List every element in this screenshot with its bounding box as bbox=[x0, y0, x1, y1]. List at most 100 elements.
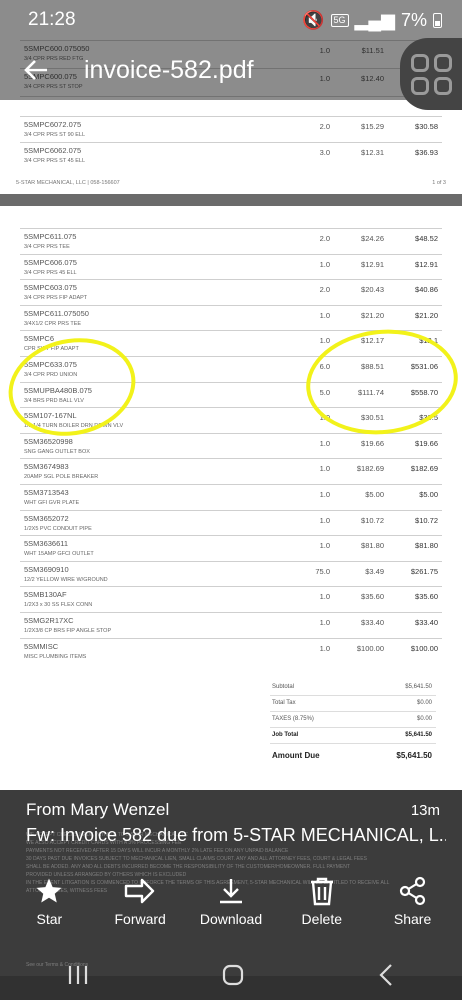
star-label: Star bbox=[36, 911, 63, 927]
item-amount: $261.75 bbox=[410, 566, 438, 576]
fine-print-line: PAYMENTS NOT RECEIVED AFTER 15 DAYS WILL… bbox=[26, 848, 289, 854]
item-unit-price: $21.20 bbox=[361, 310, 384, 320]
item-code: 5SM36520998 bbox=[24, 436, 73, 446]
item-quantity: 1.0 bbox=[319, 515, 330, 525]
item-amount: $10.72 bbox=[415, 515, 438, 525]
item-code: 5SMPC611.075050 bbox=[24, 308, 89, 318]
item-description: 12/2 YELLOW WIRE W/GROUND bbox=[24, 576, 108, 583]
item-amount: $30.58 bbox=[415, 122, 438, 131]
invoice-line-item: 5SM3674983 20AMP SGL POLE BREAKER 1.0 $182.… bbox=[20, 458, 442, 484]
invoice-line-item: 5SMMISC MISC PLUMBING ITEMS 1.0 $100.00 $100… bbox=[20, 637, 442, 664]
item-unit-price: $111.74 bbox=[358, 387, 384, 397]
item-code: 5SMPC6062.075 bbox=[24, 146, 82, 155]
item-amount: $30.5 bbox=[419, 413, 438, 423]
item-unit-price: $24.26 bbox=[361, 234, 384, 243]
item-code: 5SMPC633.075 bbox=[24, 360, 77, 369]
system-nav-bar bbox=[0, 950, 462, 1000]
page-grid-button[interactable] bbox=[400, 38, 462, 110]
network-badge: 5G bbox=[330, 13, 349, 27]
item-description: 3/4 CPR PRS 45 ELL bbox=[24, 269, 77, 276]
item-quantity: 1.0 bbox=[319, 541, 330, 551]
mute-icon: 🔇 bbox=[302, 9, 325, 30]
totals-label: Subtotal bbox=[272, 684, 295, 690]
invoice-line-item: 5SMPC606.075 3/4 CPR PRS 45 ELL 1.0 $12.91 $… bbox=[20, 253, 442, 280]
item-quantity: 1.0 bbox=[319, 413, 330, 423]
totals-label: Amount Due bbox=[272, 751, 320, 760]
item-code: 5SMUPBA480B.075 bbox=[24, 385, 92, 395]
nav-back-button[interactable] bbox=[376, 963, 396, 987]
item-unit-price: $88.51 bbox=[361, 362, 384, 371]
item-quantity: 1.0 bbox=[319, 310, 330, 320]
item-code: 5SM107-167NL bbox=[24, 411, 77, 421]
item-amount: $48.52 bbox=[415, 234, 438, 243]
invoice-line-item: 5SM107-167NL 1/2 1/4 TURN BOILER DRN DOWN… bbox=[20, 407, 442, 433]
invoice-line-item: 5SMUPBA480B.075 3/4 BRS PRD BALL VLV 5.0 $1… bbox=[20, 381, 442, 408]
item-description: SNG GANG OUTLET BOX bbox=[24, 448, 90, 455]
totals-row: Subtotal $5,641.50 bbox=[270, 680, 436, 696]
item-quantity: 1.0 bbox=[319, 336, 330, 346]
invoice-totals: Subtotal $5,641.50 Total Tax $0.00 TAXES (8.… bbox=[270, 680, 436, 766]
home-button[interactable] bbox=[221, 963, 245, 987]
item-description: 3/4 BRS PRD BALL VLV bbox=[24, 397, 84, 404]
back-button[interactable] bbox=[16, 50, 56, 90]
item-amount: $12.91 bbox=[415, 259, 438, 269]
item-amount: $531.06 bbox=[410, 362, 438, 371]
star-button[interactable]: Star bbox=[5, 875, 93, 935]
pdf-page-1-visible: 5SMPC6072.075 3/4 CPR PRS ST 90 ELL 2.0 $15… bbox=[0, 100, 462, 194]
invoice-line-item: 5SM3690910 12/2 YELLOW WIRE W/GROUND 75.0 $… bbox=[20, 560, 442, 587]
invoice-line-item: 5SM3652072 1/2X5 PVC CONDUIT PIPE 1.0 $10.7… bbox=[20, 509, 442, 536]
item-code: 5SM3713543 bbox=[24, 488, 69, 497]
item-unit-price: $81.80 bbox=[361, 541, 384, 551]
item-quantity: 5.0 bbox=[319, 387, 330, 397]
item-unit-price: $35.60 bbox=[361, 592, 384, 602]
item-unit-price: $12.31 bbox=[361, 148, 384, 157]
item-description: 20AMP SGL POLE BREAKER bbox=[24, 474, 99, 481]
item-unit-price: $15.29 bbox=[361, 122, 384, 131]
forward-button[interactable]: Forward bbox=[96, 875, 184, 935]
recent-apps-button[interactable] bbox=[66, 964, 90, 986]
totals-value: $0.00 bbox=[416, 716, 432, 722]
item-description: WHT GFI GVR PLATE bbox=[24, 500, 80, 506]
totals-label: TAXES (8.75%) bbox=[272, 716, 314, 722]
document-title: invoice-582.pdf bbox=[84, 55, 254, 84]
item-description: 3/4 CPR PRS ST 45 ELL bbox=[24, 158, 86, 164]
totals-label: Job Total bbox=[272, 732, 299, 738]
item-code: 5SMPC611.075 bbox=[24, 232, 77, 241]
invoice-line-item: 5SMPC611.075 3/4 CPR PRS TEE 2.0 $24.26 $48.… bbox=[20, 228, 442, 254]
item-amount: $100.00 bbox=[410, 643, 438, 653]
status-bar: 21:28 🔇 5G ▂▄▆ 7% bbox=[0, 0, 462, 40]
item-quantity: 2.0 bbox=[319, 234, 330, 243]
item-quantity: 2.0 bbox=[319, 122, 330, 131]
email-subject[interactable]: Fw: Invoice 582 due from 5-STAR MECHANIC… bbox=[26, 825, 446, 846]
item-code: 5SM3652072 bbox=[24, 513, 69, 523]
item-description: 3/4 CPR PRS ST 90 ELL bbox=[24, 132, 86, 138]
action-bar: Star Forward Download Delete Share bbox=[0, 875, 462, 935]
item-quantity: 1.0 bbox=[319, 643, 330, 653]
item-code: 5SMMISC bbox=[24, 641, 59, 651]
invoice-line-item: 5SMPC603.075 3/4 CPR PRS FIP ADAPT 2.0 $20.… bbox=[20, 279, 442, 305]
item-description: 1/2X3/8 CP BRS FIP ANGLE STOP bbox=[24, 628, 112, 634]
page-number: 1 of 3 bbox=[432, 180, 446, 186]
item-quantity: 1.0 bbox=[319, 618, 330, 627]
delete-button[interactable]: Delete bbox=[278, 875, 366, 935]
share-button[interactable]: Share bbox=[369, 875, 457, 935]
item-unit-price: $20.43 bbox=[361, 285, 384, 295]
item-unit-price: $19.66 bbox=[361, 438, 384, 448]
item-code: 5SMPC6 bbox=[24, 334, 55, 344]
item-quantity: 1.0 bbox=[319, 438, 330, 448]
invoice-line-item: 5SMG2R17XC 1/2X3/8 CP BRS FIP ANGLE STOP 1… bbox=[20, 612, 442, 638]
delete-label: Delete bbox=[301, 911, 343, 927]
item-unit-price: $12.91 bbox=[361, 259, 384, 269]
item-quantity: 1.0 bbox=[319, 464, 330, 474]
screen: 5SMPC600.075050 3/4 CPR PRS RED FTG 1.0 $11… bbox=[0, 0, 462, 1000]
totals-row: Total Tax $0.00 bbox=[270, 696, 436, 712]
totals-value: $5,641.50 bbox=[396, 751, 432, 760]
fine-print-line: SHALL BE ADDED. ANY AND ALL DEBTS INCURR… bbox=[26, 864, 350, 870]
download-button[interactable]: Download bbox=[187, 875, 275, 935]
item-unit-price: $10.72 bbox=[361, 515, 384, 525]
invoice-line-item: 5SM36520998 SNG GANG OUTLET BOX 1.0 $19.66 $… bbox=[20, 432, 442, 459]
grid-icon bbox=[410, 53, 452, 95]
battery-icon bbox=[433, 12, 442, 28]
totals-row: TAXES (8.75%) $0.00 bbox=[270, 712, 436, 728]
invoice-line-item: 5SMB130AF 1/2X3 x 30 SS FLEX CONN 1.0 $35.6… bbox=[20, 586, 442, 612]
